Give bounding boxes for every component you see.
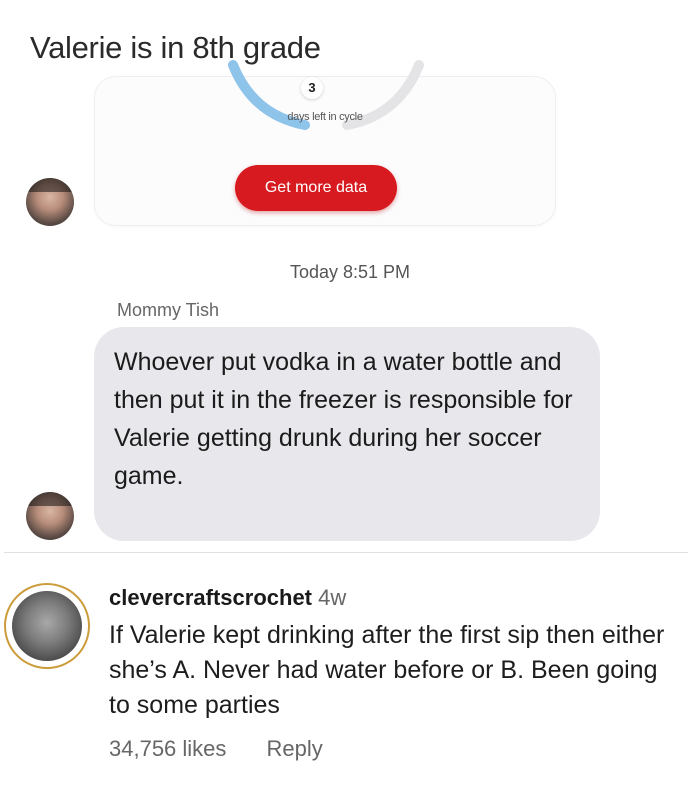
message-text: Whoever put vodka in a water bottle and … [114,348,573,490]
message-bubble: Whoever put vodka in a water bottle and … [94,327,600,541]
comment-age: 4w [318,585,347,610]
commenter-avatar[interactable] [12,591,82,661]
days-left-caption: days left in cycle [287,111,363,123]
divider [4,552,688,553]
comment-header: clevercraftscrochet 4w [109,585,346,611]
data-usage-ring [228,60,424,130]
days-count-badge: 3 [301,77,323,99]
message-timestamp: Today 8:51 PM [289,262,411,282]
likes-count[interactable]: 34,756 likes [109,736,226,761]
comment-actions: 34,756 likes Reply [109,736,357,762]
comment-text: If Valerie kept drinking after the first… [109,621,665,719]
reply-button[interactable]: Reply [267,736,323,761]
commenter-username[interactable]: clevercraftscrochet [109,585,312,610]
sender-name: Mommy Tish [117,300,220,320]
get-more-data-button[interactable]: Get more data [235,165,397,211]
data-usage-card: 3 days left in cycle Get more data [94,60,556,226]
sender-avatar [26,492,74,540]
contact-avatar-top [26,178,74,226]
